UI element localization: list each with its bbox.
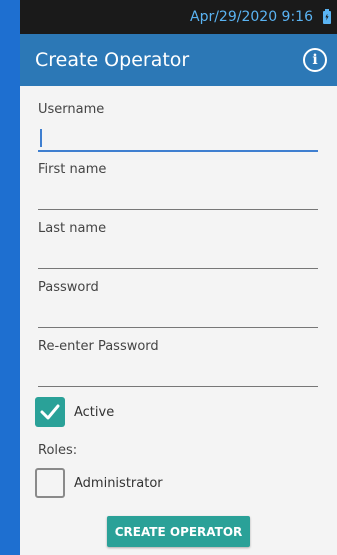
active-checkbox-row[interactable]: Active: [35, 397, 114, 427]
status-bar: Apr/29/2020 9:16: [20, 0, 337, 34]
last-name-input[interactable]: [38, 242, 318, 269]
reenter-password-input[interactable]: [38, 360, 318, 387]
status-datetime: Apr/29/2020 9:16: [190, 9, 313, 25]
text-cursor: [40, 129, 42, 147]
reenter-password-field: Re-enter Password: [38, 339, 318, 387]
checkmark-icon: [40, 404, 60, 420]
active-label: Active: [74, 404, 115, 420]
active-checkbox[interactable]: [35, 397, 65, 427]
app-bar: Create Operator i: [20, 34, 337, 86]
first-name-input[interactable]: [38, 183, 318, 210]
first-name-field: First name: [38, 162, 318, 210]
background-strip: [0, 0, 20, 555]
create-operator-button[interactable]: CREATE OPERATOR: [107, 516, 250, 547]
page-title: Create Operator: [35, 49, 190, 71]
last-name-label: Last name: [38, 221, 107, 236]
username-field: Username: [38, 102, 318, 152]
password-field: Password: [38, 280, 318, 328]
password-input[interactable]: [38, 301, 318, 328]
administrator-checkbox-row[interactable]: Administrator: [35, 468, 163, 498]
reenter-password-label: Re-enter Password: [38, 339, 159, 354]
info-icon[interactable]: i: [303, 48, 327, 72]
last-name-field: Last name: [38, 221, 318, 269]
roles-label: Roles:: [38, 443, 78, 458]
first-name-label: First name: [38, 162, 107, 177]
password-label: Password: [38, 280, 99, 295]
administrator-label: Administrator: [74, 475, 163, 491]
username-input[interactable]: [38, 124, 318, 152]
username-label: Username: [38, 102, 105, 117]
administrator-checkbox[interactable]: [35, 468, 65, 498]
battery-charging-icon: [323, 8, 331, 24]
create-operator-form: Username First name Last name Password R…: [20, 86, 337, 555]
